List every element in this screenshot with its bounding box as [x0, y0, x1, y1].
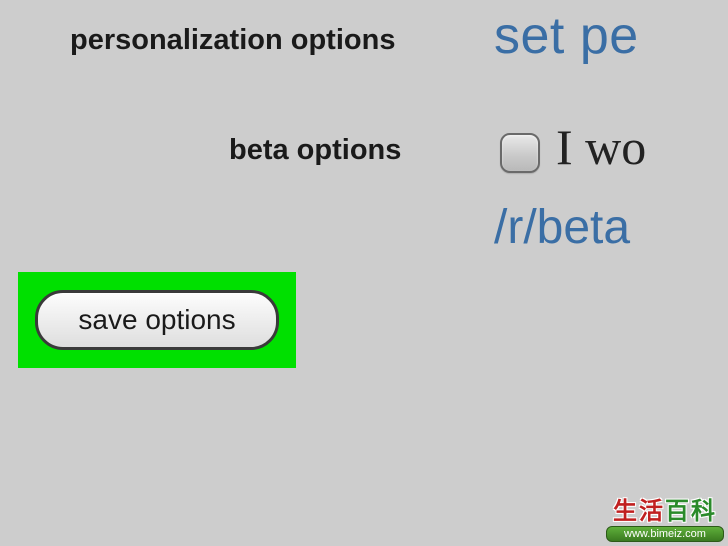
beta-opt-in-text-fragment: I wo: [556, 118, 646, 176]
save-options-button[interactable]: save options: [35, 290, 279, 350]
preferences-page: personalization options set pe beta opti…: [0, 0, 728, 546]
save-button-highlight: save options: [18, 272, 296, 368]
beta-opt-in-checkbox[interactable]: [500, 133, 540, 173]
r-beta-link[interactable]: /r/beta: [494, 200, 630, 255]
watermark-title-part2: 百科: [665, 498, 717, 525]
watermark-title: 生活百科: [606, 500, 724, 524]
set-personalization-link[interactable]: set pe: [494, 6, 639, 66]
beta-options-label: beta options: [229, 134, 401, 167]
watermark-title-part1: 生活: [613, 498, 665, 525]
personalization-options-label: personalization options: [70, 24, 395, 57]
watermark: 生活百科 www.bimeiz.com: [606, 500, 724, 542]
watermark-url: www.bimeiz.com: [606, 526, 724, 542]
